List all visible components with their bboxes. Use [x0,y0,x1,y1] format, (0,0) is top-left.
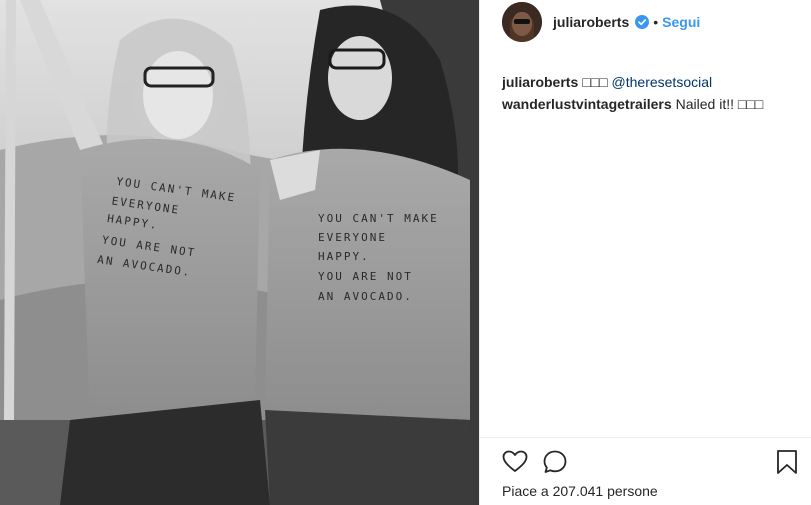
actions-divider [480,437,811,438]
bookmark-icon[interactable] [775,449,799,478]
comment-mention[interactable]: @theresetsocial [612,74,713,90]
comment-text: Nailed it!! □□□ [675,96,764,112]
shirt-text-right-5: AN AVOCADO. [318,290,413,303]
shirt-text-right-4: YOU ARE NOT [318,270,413,283]
post-actions [500,449,800,477]
post-side-panel: juliaroberts • Segui juliaroberts □□□ @th… [479,0,811,505]
comment-item: wanderlustvintagetrailers Nailed it!! □□□ [502,94,802,114]
shirt-text-right-3: HAPPY. [318,250,370,263]
post-photo[interactable]: YOU CAN'T MAKE EVERYONE HAPPY. YOU ARE N… [0,0,479,505]
comments-list: juliaroberts □□□ @theresetsocial wanderlu… [502,72,802,116]
likes-count[interactable]: Piace a 207.041 persone [502,483,658,499]
follow-button[interactable]: Segui [662,14,700,30]
comment-item: juliaroberts □□□ @theresetsocial [502,72,802,92]
heart-icon[interactable] [502,449,528,478]
shirt-text-right-1: YOU CAN'T MAKE [318,212,439,225]
post-header: juliaroberts • Segui [480,0,811,44]
comment-icon[interactable] [542,449,568,478]
comment-author[interactable]: wanderlustvintagetrailers [502,96,672,112]
post-photo-illustration: YOU CAN'T MAKE EVERYONE HAPPY. YOU ARE N… [0,0,479,505]
comment-text: □□□ [582,74,612,90]
avatar[interactable] [502,2,542,42]
comment-author[interactable]: juliaroberts [502,74,578,90]
shirt-text-right-2: EVERYONE [318,231,387,244]
header-username[interactable]: juliaroberts [553,14,629,30]
header-separator: • [653,14,659,30]
verified-badge-icon [635,15,650,29]
